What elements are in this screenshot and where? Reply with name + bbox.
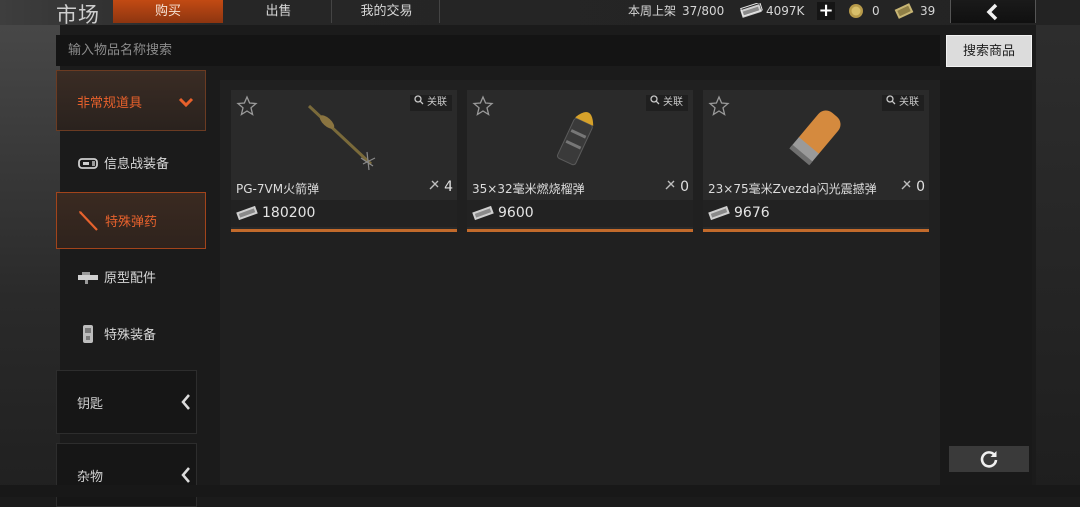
- search-icon: [886, 95, 896, 105]
- price-row: 180200: [231, 200, 457, 227]
- listing-card[interactable]: 关联 23×75毫米Zvezda闪光震撼弹 0 9676: [703, 90, 929, 232]
- top-bar: 市场 购买 出售 我的交易 本周上架 37/800 4097K + 0 39: [0, 0, 1080, 27]
- sidebar-item-label: 原型配件: [104, 271, 157, 286]
- related-button[interactable]: 关联: [881, 95, 924, 111]
- sidebar-group-misc[interactable]: 杂物: [56, 443, 197, 507]
- sidebar-item-prototype-attachments[interactable]: 原型配件: [56, 249, 206, 306]
- price-bar: [703, 229, 929, 232]
- cash-icon: [707, 204, 731, 226]
- background-right: [1036, 0, 1080, 497]
- tab-my-trades[interactable]: 我的交易: [334, 0, 440, 23]
- item-price: 9676: [734, 205, 770, 221]
- sidebar-item-special-equipment[interactable]: 特殊装备: [56, 306, 206, 363]
- coin-count: 0: [872, 4, 880, 18]
- ticket-count: 39: [920, 4, 936, 18]
- ammo-icon: [77, 209, 101, 233]
- related-label: 关联: [899, 97, 919, 108]
- chevron-down-icon: [178, 93, 194, 112]
- chevron-left-icon: [181, 467, 191, 487]
- tab-sell[interactable]: 出售: [226, 0, 332, 23]
- bottom-strip: [0, 485, 1080, 497]
- group-label: 钥匙: [77, 397, 104, 412]
- price-row: 9676: [703, 200, 929, 227]
- item-stock: 4: [428, 179, 453, 195]
- search-input[interactable]: [56, 35, 938, 66]
- device-icon: [76, 151, 100, 175]
- favorite-star-icon[interactable]: [708, 95, 730, 121]
- shotgun-shell-icon: [779, 102, 853, 176]
- category-sidebar: 非常规道具 信息战装备 特殊弹药 原型配件 特殊装备 钥匙 杂物: [56, 70, 208, 507]
- search-button[interactable]: 搜索商品: [946, 35, 1032, 67]
- stock-icon: [901, 180, 911, 190]
- rocket-icon: [303, 100, 383, 179]
- sidebar-item-label: 信息战装备: [104, 157, 170, 172]
- sidebar-item-label: 特殊装备: [104, 328, 157, 343]
- equipment-icon: [76, 322, 100, 346]
- cash-icon: [471, 204, 495, 226]
- group-label: 杂物: [77, 470, 104, 485]
- search-icon: [650, 95, 660, 105]
- related-label: 关联: [663, 97, 683, 108]
- stock-icon: [665, 180, 675, 190]
- price-row: 9600: [467, 200, 693, 227]
- weekly-listed-value: 37/800: [682, 4, 725, 18]
- item-stock: 0: [664, 179, 689, 195]
- price-bar: [467, 229, 693, 232]
- tab-buy[interactable]: 购买: [113, 0, 223, 23]
- listing-card[interactable]: 关联 35×32毫米燃烧榴弹 0 9600: [467, 90, 693, 232]
- coin-icon: [848, 3, 864, 23]
- favorite-star-icon[interactable]: [236, 95, 258, 121]
- right-rail: [940, 80, 1032, 485]
- item-price: 9600: [498, 205, 534, 221]
- ticket-icon: [893, 2, 915, 24]
- cash-icon: [739, 1, 763, 23]
- favorite-star-icon[interactable]: [472, 95, 494, 121]
- back-arrow-icon: [984, 3, 1002, 25]
- background-left: [0, 0, 60, 497]
- item-price: 180200: [262, 205, 316, 221]
- item-stock: 0: [900, 179, 925, 195]
- attachment-icon: [76, 265, 100, 289]
- related-button[interactable]: 关联: [645, 95, 688, 111]
- related-label: 关联: [427, 97, 447, 108]
- refresh-icon: [979, 449, 999, 473]
- currency-amount: 4097K: [766, 4, 805, 18]
- related-button[interactable]: 关联: [409, 95, 452, 111]
- search-icon: [414, 95, 424, 105]
- sidebar-item-special-ammo[interactable]: 特殊弹药: [56, 192, 206, 249]
- sidebar-item-label: 特殊弹药: [105, 215, 158, 230]
- page-title: 市场: [56, 3, 100, 27]
- category-title: 非常规道具: [77, 96, 143, 111]
- back-button[interactable]: [950, 0, 1036, 23]
- refresh-button[interactable]: [949, 446, 1029, 472]
- sidebar-item-info-war-equipment[interactable]: 信息战装备: [56, 135, 206, 192]
- add-currency-button[interactable]: +: [817, 2, 835, 20]
- grenade-round-icon: [547, 102, 607, 176]
- chevron-left-icon: [181, 394, 191, 414]
- price-bar: [231, 229, 457, 232]
- listing-card[interactable]: 关联 PG-7VM火箭弹 4 180200: [231, 90, 457, 232]
- search-bar: [56, 35, 940, 66]
- cash-icon: [235, 204, 259, 226]
- item-name: 35×32毫米燃烧榴弹: [472, 182, 585, 196]
- category-unconventional-items[interactable]: 非常规道具: [56, 70, 206, 131]
- sidebar-group-keys[interactable]: 钥匙: [56, 370, 197, 434]
- item-name: 23×75毫米Zvezda闪光震撼弹: [708, 182, 877, 196]
- item-name: PG-7VM火箭弹: [236, 182, 320, 196]
- stock-icon: [429, 180, 439, 190]
- weekly-listed-label: 本周上架: [628, 4, 677, 18]
